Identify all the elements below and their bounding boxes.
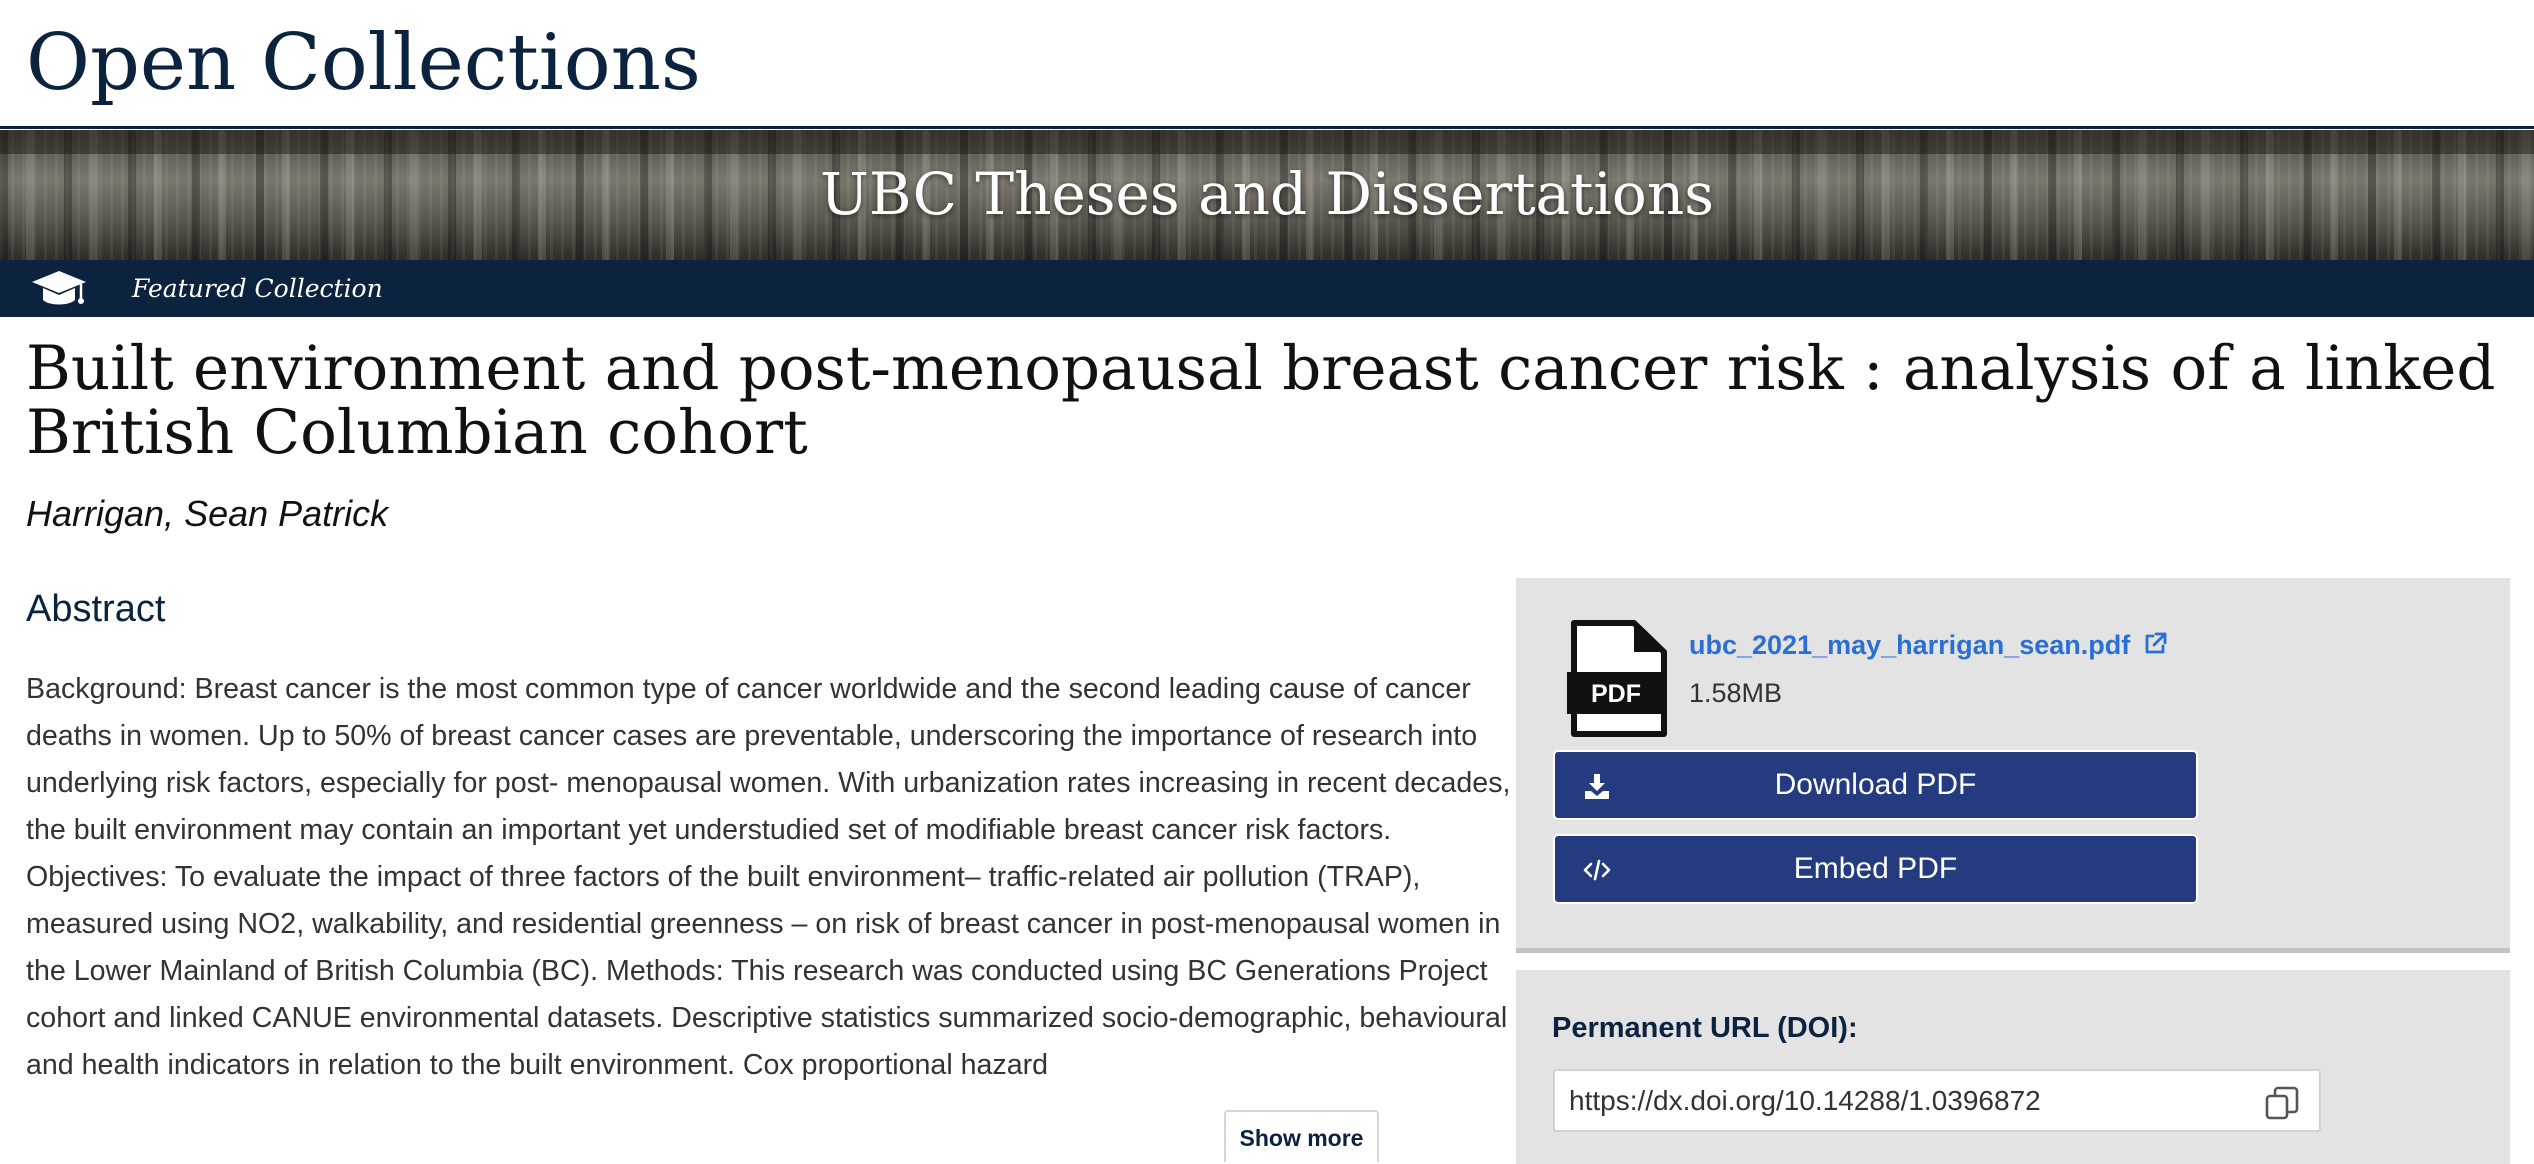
item-title: Built environment and post-menopausal br… bbox=[26, 333, 2496, 468]
site-title[interactable]: Open Collections bbox=[26, 8, 701, 118]
external-link-icon[interactable] bbox=[2142, 631, 2168, 657]
abstract-text: Background: Breast cancer is the most co… bbox=[26, 673, 1511, 1081]
file-name-link[interactable]: ubc_2021_may_harrigan_sean.pdf bbox=[1689, 628, 2168, 662]
graduation-cap-icon bbox=[32, 271, 86, 305]
featured-collection-label: Featured Collection bbox=[132, 274, 383, 303]
download-pdf-button[interactable]: Download PDF bbox=[1553, 750, 2198, 820]
show-more-button[interactable]: Show more bbox=[1224, 1110, 1379, 1162]
item-author[interactable]: Harrigan, Sean Patrick bbox=[26, 493, 388, 535]
collection-title[interactable]: UBC Theses and Dissertations bbox=[0, 158, 2534, 230]
doi-url-field[interactable]: https://dx.doi.org/10.14288/1.0396872 bbox=[1553, 1069, 2321, 1132]
copy-icon[interactable] bbox=[2263, 1084, 2301, 1122]
file-size: 1.58MB bbox=[1689, 678, 1783, 708]
featured-collection-bar: Featured Collection bbox=[0, 260, 2534, 317]
panel-divider bbox=[1516, 948, 2510, 953]
embed-pdf-button[interactable]: Embed PDF bbox=[1553, 834, 2198, 904]
embed-pdf-label: Embed PDF bbox=[1793, 852, 1958, 885]
doi-label: Permanent URL (DOI): bbox=[1552, 1012, 1858, 1044]
collection-banner: UBC Theses and Dissertations bbox=[0, 130, 2534, 260]
abstract-heading: Abstract bbox=[26, 588, 166, 630]
header-rule bbox=[0, 126, 2534, 129]
file-name[interactable]: ubc_2021_may_harrigan_sean.pdf bbox=[1689, 630, 2130, 660]
pdf-file-icon: PDF bbox=[1567, 620, 1667, 737]
download-pdf-label: Download PDF bbox=[1774, 768, 1977, 801]
doi-url-value[interactable]: https://dx.doi.org/10.14288/1.0396872 bbox=[1569, 1071, 2041, 1130]
svg-text:PDF: PDF bbox=[1591, 680, 1641, 708]
doi-panel bbox=[1516, 970, 2510, 1164]
